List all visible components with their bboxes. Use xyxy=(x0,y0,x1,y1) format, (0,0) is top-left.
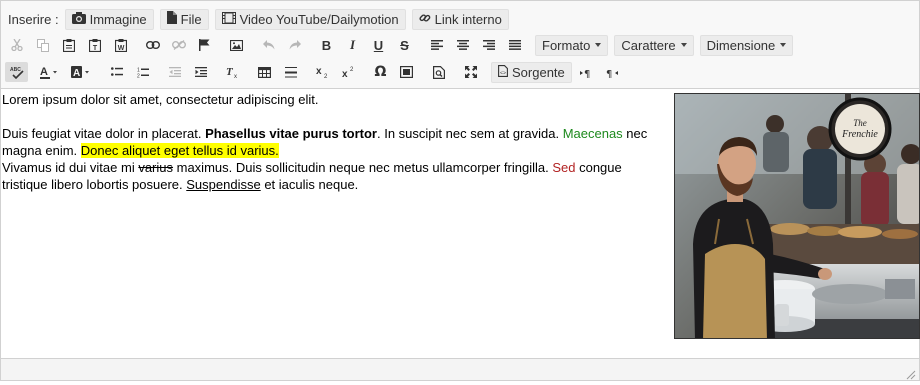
strikethrough-text: varius xyxy=(138,160,174,175)
svg-text:<>: <> xyxy=(500,70,506,76)
underline-icon[interactable]: U xyxy=(367,35,390,55)
insert-file-label: File xyxy=(180,11,202,27)
red-text: Sed xyxy=(552,160,576,175)
insert-row: Inserire : Immagine File Video YouTube/D… xyxy=(5,8,515,30)
highlighted-text: Donec aliquet eget tellus id varius. xyxy=(80,143,279,158)
strike-icon[interactable]: S xyxy=(393,35,416,55)
chevron-down-icon xyxy=(595,43,602,47)
redo-icon[interactable] xyxy=(283,35,306,55)
svg-text:x: x xyxy=(316,66,322,77)
numbered-list-icon[interactable]: 12 xyxy=(131,62,154,82)
paste-icon[interactable] xyxy=(57,35,80,55)
bold-icon[interactable]: B xyxy=(315,35,338,55)
subscript-icon[interactable]: x2 xyxy=(311,62,334,82)
toolbar-row-2: T W B I U S Formato Carattere Dimensione xyxy=(5,34,799,56)
paragraph-2: Duis feugiat vitae dolor in placerat. Ph… xyxy=(2,126,648,158)
unlink-icon[interactable] xyxy=(167,35,190,55)
rtl-icon[interactable]: ¶ xyxy=(602,62,625,82)
text-color-icon[interactable]: A xyxy=(37,62,65,82)
insert-video-label: Video YouTube/Dailymotion xyxy=(239,11,399,27)
source-button[interactable]: <> Sorgente xyxy=(491,61,572,83)
justify-icon[interactable] xyxy=(503,35,526,55)
ltr-icon[interactable]: ¶ xyxy=(576,62,599,82)
table-icon[interactable] xyxy=(253,62,276,82)
insert-image-label: Immagine xyxy=(89,11,147,27)
indent-icon[interactable] xyxy=(189,62,212,82)
align-right-icon[interactable] xyxy=(477,35,500,55)
rich-text-editor: Inserire : Immagine File Video YouTube/D… xyxy=(0,0,920,381)
green-text: Maecenas xyxy=(562,126,623,141)
bold-text: Phasellus vitae purus tortor xyxy=(205,126,377,141)
svg-text:x: x xyxy=(234,74,237,78)
svg-text:T: T xyxy=(92,45,97,52)
editor-text[interactable]: Lorem ipsum dolor sit amet, consectetur … xyxy=(2,91,670,193)
format-dropdown[interactable]: Formato xyxy=(535,34,609,56)
insert-video-button[interactable]: Video YouTube/Dailymotion xyxy=(214,8,406,30)
cut-icon[interactable] xyxy=(5,35,28,55)
undo-icon[interactable] xyxy=(257,35,280,55)
bg-color-icon[interactable]: A xyxy=(68,62,96,82)
size-dropdown[interactable]: Dimensione xyxy=(699,34,794,56)
paste-word-icon[interactable]: W xyxy=(109,35,132,55)
remove-format-icon[interactable]: Tx xyxy=(221,62,244,82)
resize-grip-icon[interactable] xyxy=(906,367,916,380)
svg-text:x: x xyxy=(342,69,348,78)
svg-text:2: 2 xyxy=(324,74,328,78)
film-icon xyxy=(221,11,236,27)
svg-text:Frenchie: Frenchie xyxy=(841,129,878,140)
source-icon: <> xyxy=(498,64,508,80)
editor-toolbar: Inserire : Immagine File Video YouTube/D… xyxy=(1,1,919,89)
svg-text:ABC: ABC xyxy=(10,67,21,73)
align-center-icon[interactable] xyxy=(451,35,474,55)
svg-text:2: 2 xyxy=(137,73,140,78)
font-dropdown[interactable]: Carattere xyxy=(614,34,694,56)
svg-text:¶: ¶ xyxy=(606,69,612,78)
maximize-icon[interactable] xyxy=(459,62,482,82)
horizontal-rule-icon[interactable] xyxy=(279,62,302,82)
insert-file-button[interactable]: File xyxy=(159,8,209,30)
editor-content[interactable]: Lorem ipsum dolor sit amet, consectetur … xyxy=(2,90,920,358)
insert-link-button[interactable]: Link interno xyxy=(411,8,509,30)
superscript-icon[interactable]: x2 xyxy=(337,62,360,82)
toolbar-row-3: ABC A A 12 Tx x 2 x 2 Ω <> Sorgente ¶ ¶ xyxy=(5,61,628,83)
outdent-icon[interactable] xyxy=(163,62,186,82)
svg-text:W: W xyxy=(117,45,124,52)
size-dropdown-label: Dimensione xyxy=(706,37,776,53)
link-icon[interactable] xyxy=(141,35,164,55)
svg-text:¶: ¶ xyxy=(584,69,590,78)
copy-icon[interactable] xyxy=(31,35,54,55)
font-dropdown-label: Carattere xyxy=(621,37,676,53)
insert-image-button[interactable]: Immagine xyxy=(64,8,154,30)
preview-icon[interactable] xyxy=(427,62,450,82)
format-dropdown-label: Formato xyxy=(542,37,591,53)
align-left-icon[interactable] xyxy=(425,35,448,55)
iframe-icon[interactable] xyxy=(395,62,418,82)
chevron-down-icon xyxy=(680,43,687,47)
paragraph-3: Vivamus id dui vitae mi varius maximus. … xyxy=(2,160,622,192)
special-char-icon[interactable]: Ω xyxy=(369,62,392,82)
embedded-image[interactable]: The Frenchie xyxy=(674,93,920,339)
editor-statusbar xyxy=(1,358,919,380)
camera-icon xyxy=(71,11,86,27)
insert-label: Inserire : xyxy=(8,11,59,27)
bulleted-list-icon[interactable] xyxy=(105,62,128,82)
paragraph-1: Lorem ipsum dolor sit amet, consectetur … xyxy=(2,92,319,107)
chevron-down-icon xyxy=(780,43,787,47)
italic-icon[interactable]: I xyxy=(341,35,364,55)
insert-link-label: Link interno xyxy=(434,11,502,27)
source-label: Sorgente xyxy=(512,64,565,80)
sign-text: The xyxy=(853,118,867,128)
underlined-text: Suspendisse xyxy=(186,177,261,192)
link-icon xyxy=(419,12,431,27)
paste-text-icon[interactable]: T xyxy=(83,35,106,55)
svg-text:2: 2 xyxy=(350,67,354,73)
file-icon xyxy=(166,11,177,27)
svg-text:A: A xyxy=(73,68,80,79)
svg-text:A: A xyxy=(40,66,48,78)
svg-text:T: T xyxy=(226,66,234,78)
spellcheck-icon[interactable]: ABC xyxy=(5,62,28,82)
image-icon[interactable] xyxy=(225,35,248,55)
anchor-flag-icon[interactable] xyxy=(193,35,216,55)
